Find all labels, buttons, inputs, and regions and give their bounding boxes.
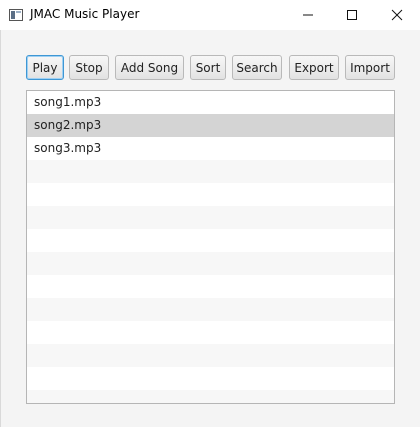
play-button[interactable]: Play (26, 55, 64, 80)
list-item-selected[interactable]: song2.mp3 (27, 114, 394, 137)
app-icon (9, 9, 23, 21)
empty-list-row (27, 183, 394, 206)
song-list[interactable]: song1.mp3 song2.mp3 song3.mp3 (26, 90, 395, 404)
list-item[interactable]: song3.mp3 (27, 137, 394, 160)
sort-button[interactable]: Sort (190, 55, 226, 80)
stop-button[interactable]: Stop (69, 55, 109, 80)
empty-list-row (27, 390, 394, 403)
empty-list-row (27, 321, 394, 344)
export-button[interactable]: Export (289, 55, 339, 80)
close-button[interactable] (375, 0, 419, 30)
maximize-icon (347, 10, 357, 20)
import-button[interactable]: Import (345, 55, 395, 80)
empty-list-row (27, 229, 394, 252)
window-border (0, 30, 1, 427)
add-song-button[interactable]: Add Song (115, 55, 184, 80)
title-bar[interactable]: JMAC Music Player (0, 0, 420, 30)
empty-list-row (27, 252, 394, 275)
minimize-button[interactable] (286, 0, 330, 30)
close-icon (391, 9, 403, 21)
app-window: JMAC Music Player Play Stop Add Song Sor… (0, 0, 420, 427)
empty-list-row (27, 206, 394, 229)
empty-list-row (27, 275, 394, 298)
empty-list-row (27, 160, 394, 183)
empty-list-row (27, 344, 394, 367)
maximize-button[interactable] (330, 0, 374, 30)
list-item[interactable]: song1.mp3 (27, 91, 394, 114)
search-button[interactable]: Search (232, 55, 282, 80)
content-area: Play Stop Add Song Sort Search Export Im… (0, 30, 420, 427)
window-title: JMAC Music Player (30, 7, 140, 21)
empty-list-row (27, 367, 394, 390)
minimize-icon (303, 14, 313, 16)
empty-list-row (27, 298, 394, 321)
